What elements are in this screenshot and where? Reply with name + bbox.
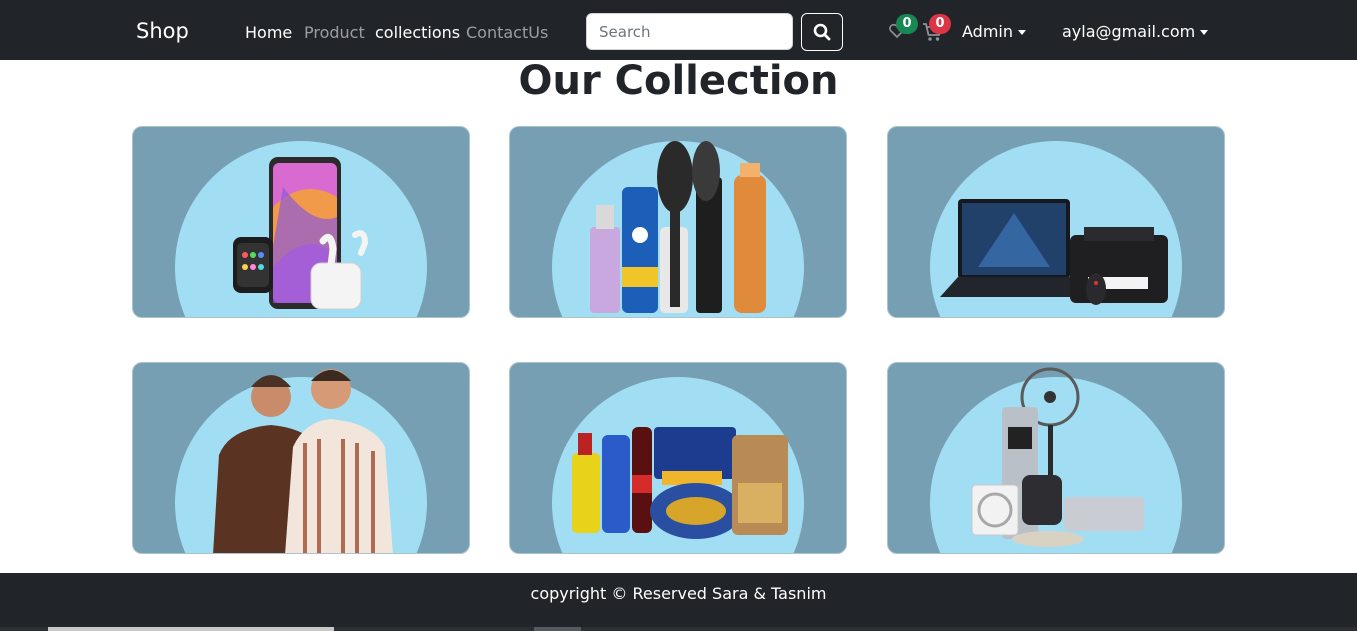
nav-link-home[interactable]: Home [245,23,292,42]
admin-dropdown[interactable]: Admin [962,22,1026,41]
copyright-text: copyright © Reserved Sara & Tasnim [530,584,827,603]
collection-card-electronics[interactable] [132,126,470,318]
groceries-image [572,427,788,539]
collection-card-groceries[interactable] [509,362,847,554]
admin-label: Admin [962,22,1013,41]
men-clothing-image [213,369,393,553]
navbar: Shop Home Product collections ContactUs … [0,0,1357,60]
search-button[interactable] [801,13,843,51]
laptop-printer-image [940,199,1168,305]
user-dropdown[interactable]: ayla@gmail.com [1062,22,1209,41]
wishlist-count-badge: 0 [896,14,918,34]
collection-card-appliances[interactable] [887,362,1225,554]
phone-watch-earbuds-image [233,157,369,310]
beauty-products-image [590,141,766,313]
user-email: ayla@gmail.com [1062,22,1196,41]
collection-card-computers[interactable] [887,126,1225,318]
scrollbar-thumb[interactable] [48,627,334,631]
scrollbar-marker [534,627,581,631]
page-title: Our Collection [518,58,839,104]
footer: copyright © Reserved Sara & Tasnim [0,573,1357,631]
nav-link-contactus[interactable]: ContactUs [466,23,548,42]
caret-down-icon [1018,30,1026,35]
home-appliances-image [971,367,1144,547]
nav-link-collections[interactable]: collections [375,23,460,42]
caret-down-icon [1200,30,1209,35]
search-input[interactable] [586,13,793,50]
cart-count-badge: 0 [929,14,951,34]
collection-card-beauty[interactable] [509,126,847,318]
brand-logo[interactable]: Shop [136,19,189,43]
search-icon [813,23,831,41]
horizontal-scrollbar[interactable] [0,627,1357,631]
nav-link-product[interactable]: Product [304,23,365,42]
collection-card-fashion[interactable] [132,362,470,554]
